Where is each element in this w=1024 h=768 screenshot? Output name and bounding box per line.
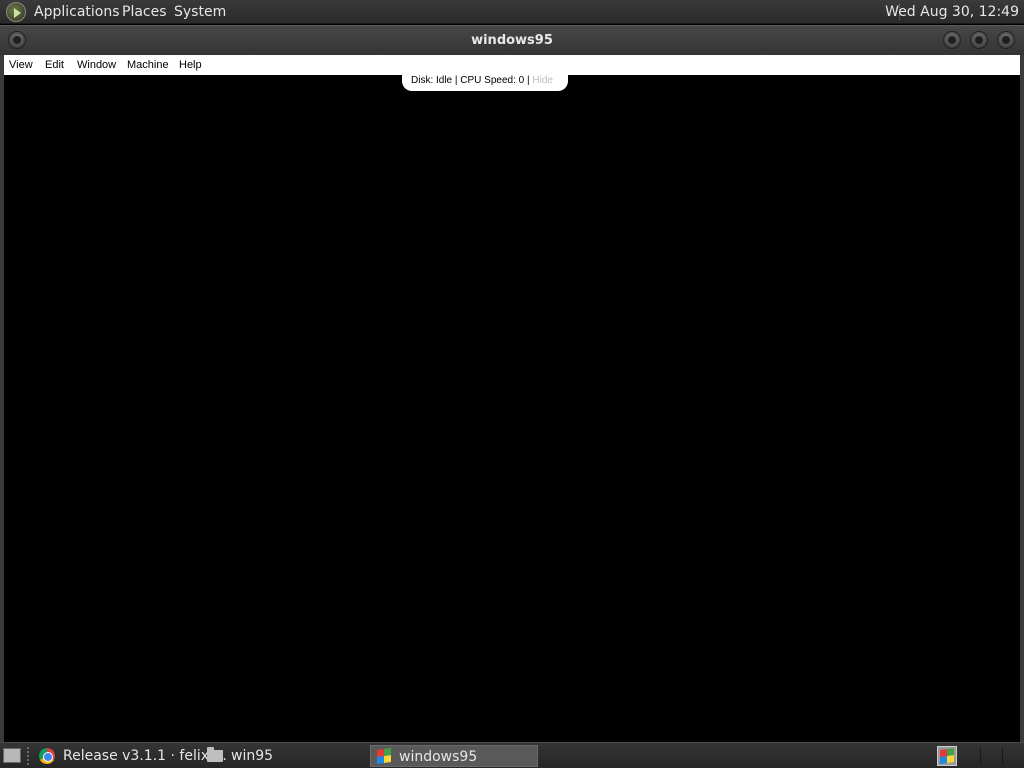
panel-separator [980,747,981,765]
app-window: windows95 View Edit Window Machine Help … [0,25,1024,742]
window-title: windows95 [471,33,553,48]
emulator-screen[interactable] [4,75,1020,742]
maximize-button[interactable] [970,31,988,49]
windows-logo-icon [940,748,954,764]
menu-machine[interactable]: Machine [127,59,169,71]
window-titlebar[interactable]: windows95 [0,25,1024,55]
task-label: win95 [231,748,274,764]
applications-menu[interactable]: Applications [34,4,120,20]
panel-separator [1002,747,1003,765]
panel-grip[interactable] [27,747,30,765]
menu-window[interactable]: Window [77,59,116,71]
bottom-panel: Release v3.1.1 · felixr... win95 windows… [0,742,1024,768]
windows-logo-icon [377,748,391,764]
show-desktop-icon[interactable] [3,748,21,763]
clock[interactable]: Wed Aug 30, 12:49 [885,4,1019,20]
task-label: windows95 [399,749,478,765]
task-browser[interactable]: Release v3.1.1 · felixr... [34,743,227,768]
distro-logo-icon[interactable] [6,2,26,22]
hide-status-link[interactable]: Hide [532,75,553,86]
menu-edit[interactable]: Edit [45,59,64,71]
menubar: View Edit Window Machine Help [4,55,1020,75]
task-windows95[interactable]: windows95 [370,745,538,767]
minimize-button[interactable] [943,31,961,49]
workspace-switcher[interactable] [937,746,957,766]
menu-view[interactable]: View [9,59,33,71]
system-menu[interactable]: System [174,4,226,20]
menu-help[interactable]: Help [179,59,202,71]
status-bar: Disk: Idle | CPU Speed: 0 | Hide [402,73,568,91]
folder-icon [207,747,223,762]
close-button[interactable] [997,31,1015,49]
status-text: Disk: Idle | CPU Speed: 0 | [411,75,530,86]
chrome-icon [39,748,55,764]
places-menu[interactable]: Places [122,4,167,20]
top-panel: Applications Places System Wed Aug 30, 1… [0,0,1024,24]
task-folder[interactable]: win95 [202,743,370,768]
